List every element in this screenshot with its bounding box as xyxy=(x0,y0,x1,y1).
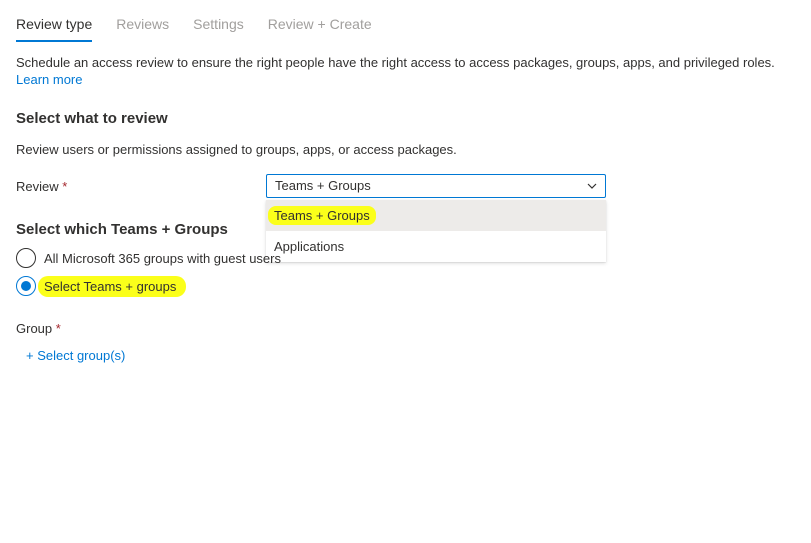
required-mark: * xyxy=(55,321,61,336)
intro-text: Schedule an access review to ensure the … xyxy=(16,55,775,70)
select-groups-link[interactable]: + Select group(s) xyxy=(26,348,125,363)
group-label: Group * xyxy=(16,321,61,336)
option-label: Applications xyxy=(274,239,345,254)
tab-reviews[interactable]: Reviews xyxy=(116,14,169,42)
dropdown-menu: Teams + Groups Applications xyxy=(266,200,606,262)
intro-text-block: Schedule an access review to ensure the … xyxy=(16,54,806,88)
review-label: Review * xyxy=(16,179,67,194)
radio-label: All Microsoft 365 groups with guest user… xyxy=(44,250,281,266)
section-title-review: Select what to review xyxy=(16,110,168,127)
dropdown-option-teams-groups[interactable]: Teams + Groups xyxy=(266,200,606,231)
tab-review-type[interactable]: Review type xyxy=(16,14,93,42)
section-description-review: Review users or permissions assigned to … xyxy=(16,142,457,157)
tab-settings[interactable]: Settings xyxy=(193,14,244,42)
group-label-text: Group xyxy=(16,321,53,336)
section-title-scope: Select which Teams + Groups xyxy=(16,221,228,238)
radio-button[interactable] xyxy=(16,248,36,268)
wizard-tabs: Review type Reviews Settings Review + Cr… xyxy=(16,14,372,42)
required-mark: * xyxy=(62,179,68,194)
radio-label: Select Teams + groups xyxy=(38,275,187,297)
dropdown-value: Teams + Groups xyxy=(275,178,371,193)
radio-all-m365-groups[interactable]: All Microsoft 365 groups with guest user… xyxy=(16,248,281,268)
review-label-text: Review xyxy=(16,179,59,194)
option-label: Teams + Groups xyxy=(268,206,376,225)
dropdown-option-applications[interactable]: Applications xyxy=(266,231,606,262)
radio-select-teams-groups[interactable]: Select Teams + groups xyxy=(16,275,187,297)
learn-more-link[interactable]: Learn more xyxy=(16,72,82,87)
tab-review-create[interactable]: Review + Create xyxy=(268,14,372,42)
review-type-dropdown[interactable]: Teams + Groups xyxy=(266,174,606,198)
radio-button-selected[interactable] xyxy=(16,276,36,296)
chevron-down-icon xyxy=(587,183,597,189)
